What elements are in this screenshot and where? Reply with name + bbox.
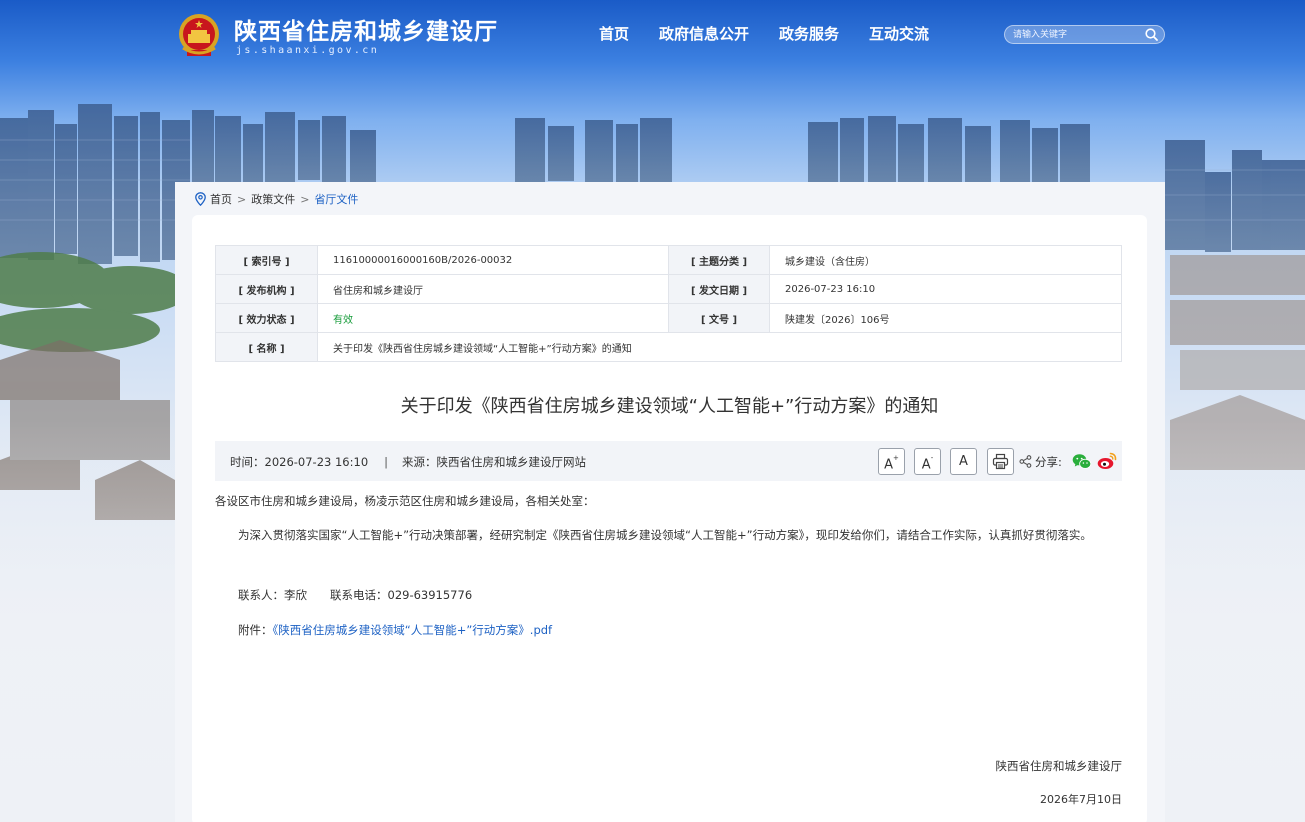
font-reset-glyph: A <box>959 454 968 469</box>
meta-value-status: 有效 <box>317 303 669 333</box>
share-label: 分享: <box>1035 455 1062 469</box>
breadcrumb-department-files[interactable]: 省厅文件 <box>314 191 358 207</box>
printer-icon <box>992 453 1009 470</box>
document-meta-table: [ 索引号 ] 11610000016000160B/2026-00032 [ … <box>215 245 1122 362</box>
attachment-label: 附件： <box>238 623 273 637</box>
meta-label-name: [ 名称 ] <box>215 332 318 362</box>
national-emblem-icon <box>179 14 219 56</box>
site-header: 陕西省住房和城乡建设厅 js.shaanxi.gov.cn 首页 政府信息公开 … <box>0 0 1305 70</box>
salutation: 各设区市住房和城乡建设局，杨凌示范区住房和城乡建设局，各相关处室： <box>215 494 595 508</box>
font-larger-button[interactable]: A+ <box>878 448 905 475</box>
meta-label-topic: [ 主题分类 ] <box>668 245 770 275</box>
time-value: 2026-07-23 16:10 <box>264 455 369 469</box>
site-domain: js.shaanxi.gov.cn <box>236 45 380 56</box>
meta-value-publisher: 省住房和城乡建设厅 <box>317 274 669 304</box>
nav-item-interaction[interactable]: 互动交流 <box>869 23 929 44</box>
breadcrumb-home[interactable]: 首页 <box>210 191 232 207</box>
print-button[interactable] <box>987 448 1014 475</box>
table-row: [ 效力状态 ] 有效 [ 文号 ] 陕建发〔2026〕106号 <box>215 303 1122 333</box>
table-row: [ 名称 ] 关于印发《陕西省住房城乡建设领域“人工智能+”行动方案》的通知 <box>215 332 1122 362</box>
meta-label-docno: [ 文号 ] <box>668 303 770 333</box>
meta-value-name: 关于印发《陕西省住房城乡建设领域“人工智能+”行动方案》的通知 <box>317 332 1122 362</box>
meta-value-index: 11610000016000160B/2026-00032 <box>317 245 669 275</box>
wechat-icon[interactable] <box>1072 453 1092 470</box>
nav-item-gov-services[interactable]: 政务服务 <box>779 23 839 44</box>
main-nav: 首页 政府信息公开 政务服务 互动交流 <box>599 23 959 44</box>
breadcrumb-separator: > <box>237 192 247 206</box>
meta-value-docno: 陕建发〔2026〕106号 <box>769 303 1122 333</box>
nav-item-gov-info[interactable]: 政府信息公开 <box>659 23 749 44</box>
search-icon[interactable] <box>1144 27 1159 42</box>
share-icon <box>1019 455 1032 468</box>
meta-label-date: [ 发文日期 ] <box>668 274 770 304</box>
table-row: [ 索引号 ] 11610000016000160B/2026-00032 [ … <box>215 245 1122 275</box>
source-label: 来源： <box>402 455 437 469</box>
font-larger-glyph: A <box>884 457 894 473</box>
search-input[interactable] <box>1013 27 1138 42</box>
table-row: [ 发布机构 ] 省住房和城乡建设厅 [ 发文日期 ] 2026-07-23 1… <box>215 274 1122 304</box>
article-info: 时间：2026-07-23 16:10 | 来源：陕西省住房和城乡建设厅网站 <box>230 454 586 470</box>
breadcrumb-policy-files[interactable]: 政策文件 <box>251 191 295 207</box>
source-value: 陕西省住房和城乡建设厅网站 <box>436 455 587 469</box>
breadcrumb-separator: > <box>300 192 310 206</box>
article-card: [ 索引号 ] 11610000016000160B/2026-00032 [ … <box>192 215 1147 822</box>
search-box <box>1004 25 1165 44</box>
attachment-link[interactable]: 《陕西省住房城乡建设领域“人工智能+”行动方案》.pdf <box>273 623 553 637</box>
location-pin-icon <box>195 192 206 206</box>
article-title: 关于印发《陕西省住房城乡建设领域“人工智能+”行动方案》的通知 <box>400 396 939 417</box>
attachment-line: 附件：《陕西省住房城乡建设领域“人工智能+”行动方案》.pdf <box>215 618 1122 642</box>
body-paragraph: 为深入贯彻落实国家“人工智能+”行动决策部署，经研究制定《陕西省住房城乡建设领域… <box>238 528 1092 542</box>
sign-date: 2026年7月10日 <box>1040 793 1122 806</box>
font-smaller-button[interactable]: A- <box>914 448 941 475</box>
info-divider: | <box>384 455 389 469</box>
article-info-bar: 时间：2026-07-23 16:10 | 来源：陕西省住房和城乡建设厅网站 A+ … <box>215 441 1122 481</box>
font-smaller-sup: - <box>930 454 934 462</box>
meta-value-topic: 城乡建设（含住房） <box>769 245 1122 275</box>
site-title[interactable]: 陕西省住房和城乡建设厅 <box>234 12 498 46</box>
meta-label-index: [ 索引号 ] <box>215 245 318 275</box>
nav-item-home[interactable]: 首页 <box>599 23 629 44</box>
contact-info: 联系人：李欣 联系电话：029-63915776 <box>238 588 473 602</box>
meta-value-date: 2026-07-23 16:10 <box>769 274 1122 304</box>
meta-label-status: [ 效力状态 ] <box>215 303 318 333</box>
font-smaller-glyph: A <box>921 457 931 473</box>
meta-label-publisher: [ 发布机构 ] <box>215 274 318 304</box>
breadcrumb: 首页 > 政策文件 > 省厅文件 <box>195 191 358 207</box>
signature: 陕西省住房和城乡建设厅 <box>995 759 1123 773</box>
weibo-icon[interactable] <box>1097 452 1117 470</box>
font-larger-sup: + <box>893 454 899 462</box>
content-panel: 首页 > 政策文件 > 省厅文件 [ 索引号 ] 116100000160001… <box>175 182 1165 822</box>
time-label: 时间： <box>230 455 265 469</box>
font-reset-button[interactable]: A <box>950 448 977 475</box>
